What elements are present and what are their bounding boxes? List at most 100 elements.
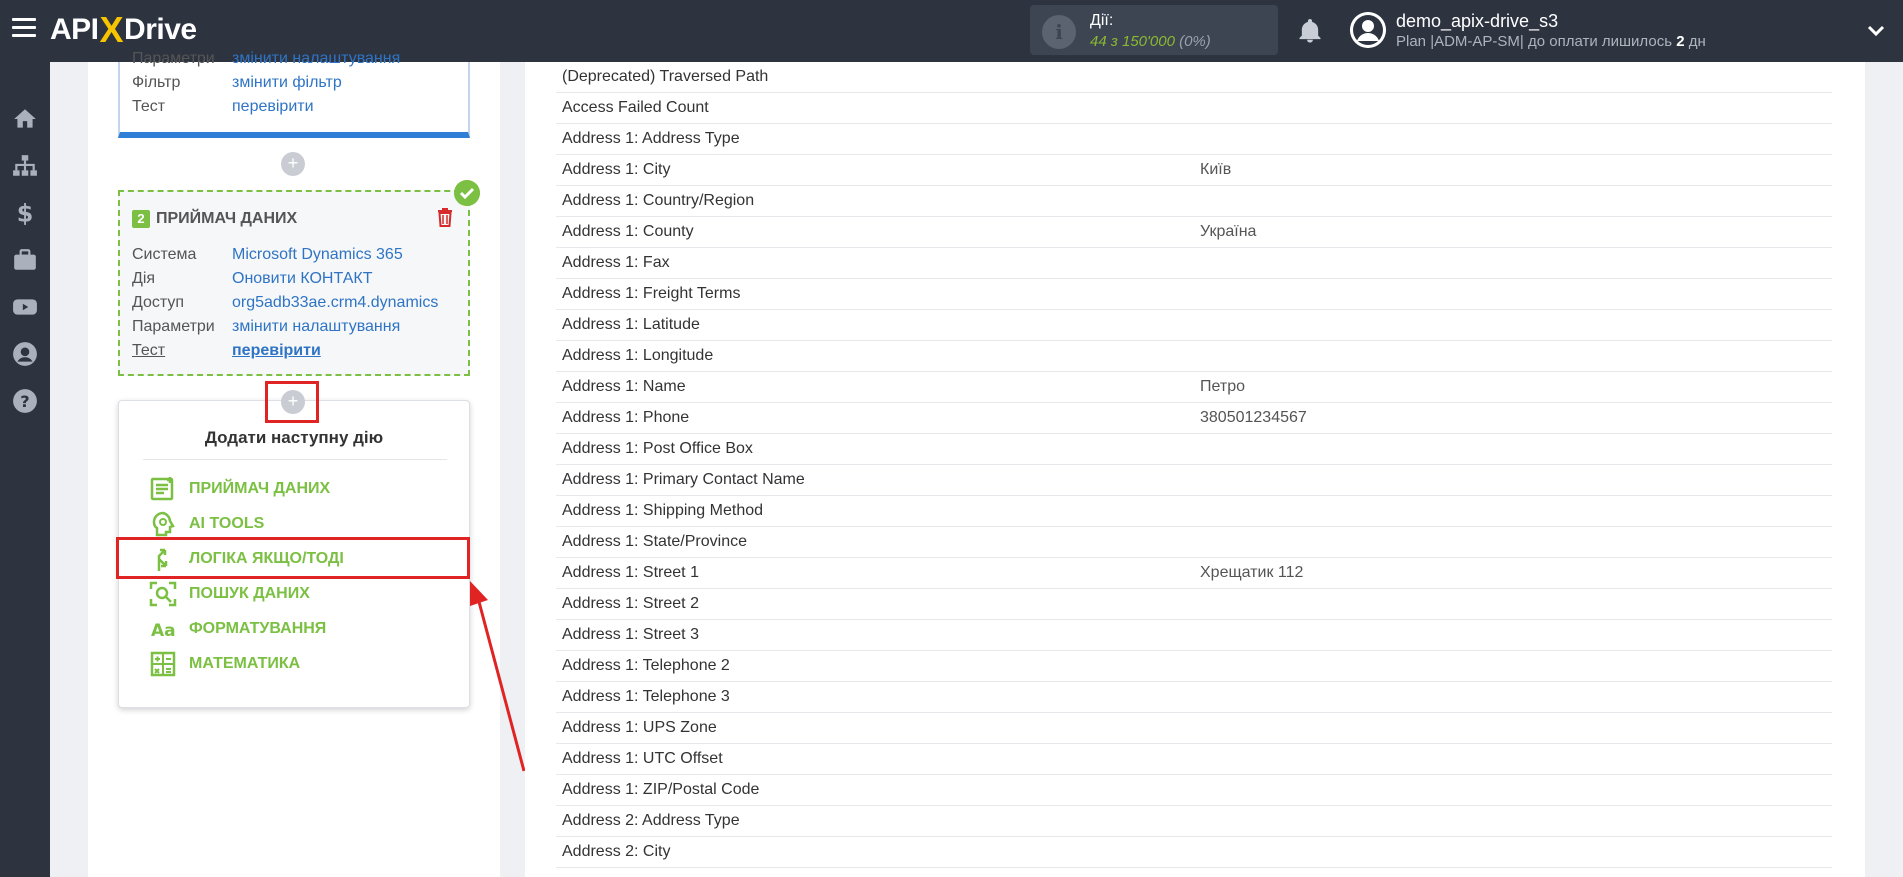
row-key: Параметри	[132, 318, 215, 335]
actions-label: Дії:	[1090, 12, 1114, 29]
table-row: Address 1: Primary Contact Name	[556, 465, 1832, 496]
user-profile-icon[interactable]	[12, 341, 38, 367]
bell-icon[interactable]	[1296, 16, 1324, 46]
field-name: Address 2: City	[562, 843, 671, 860]
row-key: Параметри	[132, 50, 215, 67]
briefcase-icon[interactable]	[12, 247, 38, 273]
change-filter-link[interactable]: змінити фільтр	[232, 74, 342, 91]
menu-item-formatting[interactable]: Aa ФОРМАТУВАННЯ	[149, 616, 326, 642]
row-key: Тест	[132, 342, 166, 359]
table-row: Address 1: County Україна	[556, 217, 1832, 248]
logo-text-left: API	[50, 13, 99, 46]
menu-item-data-search[interactable]: ПОШУК ДАНИХ	[149, 581, 310, 607]
table-row: Address 1: Latitude	[556, 310, 1832, 341]
svg-text:Aa: Aa	[151, 621, 176, 641]
row-key: Фільтр	[132, 74, 181, 91]
field-name: Address 1: UPS Zone	[562, 719, 717, 736]
row-key: Система	[132, 246, 197, 263]
field-name: Address 1: Phone	[562, 409, 690, 426]
menu-item-label: AI TOOLS	[189, 515, 265, 532]
field-value: Петро	[1200, 378, 1245, 395]
table-row: Address 1: Name Петро	[556, 372, 1832, 403]
actions-value: 44 з 150'000 (0%)	[1090, 33, 1211, 50]
system-link[interactable]: Microsoft Dynamics 365	[232, 246, 403, 263]
field-name: Address 1: Latitude	[562, 316, 700, 333]
avatar[interactable]	[1350, 12, 1386, 48]
field-name: Address 1: Address Type	[562, 130, 740, 147]
apix-drive-logo[interactable]: API X Drive	[50, 9, 197, 50]
field-name: Access Failed Count	[562, 99, 709, 116]
field-name: Address 1: Primary Contact Name	[562, 471, 805, 488]
menu-item-ai-tools[interactable]: AI TOOLS	[149, 511, 264, 537]
card1-row-test: Тест перевірити	[132, 98, 314, 116]
plan-days-unit: дн	[1684, 33, 1706, 50]
youtube-icon[interactable]	[12, 294, 38, 320]
receiver-title-text: ПРИЙМАЧ ДАНИХ	[156, 210, 298, 227]
field-name: Address 1: County	[562, 223, 694, 240]
table-row: Address 1: UPS Zone	[556, 713, 1832, 744]
side-rail: $ ?	[0, 62, 50, 877]
field-name: Address 1: Longitude	[562, 347, 714, 364]
test-link[interactable]: перевірити	[232, 342, 321, 359]
field-name: Address 1: Shipping Method	[562, 502, 764, 519]
highlight-box-logic	[116, 537, 470, 579]
table-row: Address 1: Phone 380501234567	[556, 403, 1832, 434]
field-value: Україна	[1200, 223, 1257, 240]
dollar-icon[interactable]: $	[12, 200, 38, 226]
svg-text:$: $	[17, 200, 34, 226]
menu-item-label: МАТЕМАТИКА	[189, 655, 301, 672]
field-name: Address 1: State/Province	[562, 533, 747, 550]
field-name: (Deprecated) Traversed Path	[562, 68, 769, 85]
card2-row-access: Доступ org5adb33ae.crm4.dynamics	[132, 294, 438, 312]
home-icon[interactable]	[12, 106, 38, 132]
receiver-card: 2 ПРИЙМАЧ ДАНИХ Система Microsoft Dynamic…	[118, 190, 470, 376]
field-name: Address 1: Freight Terms	[562, 285, 741, 302]
table-row: Address 1: Address Type	[556, 124, 1832, 155]
table-row: Address 1: Telephone 3	[556, 682, 1832, 713]
field-name: Address 1: Fax	[562, 254, 670, 271]
field-name: Address 1: ZIP/Postal Code	[562, 781, 760, 798]
trash-icon[interactable]	[436, 207, 454, 227]
help-icon[interactable]: ?	[12, 388, 38, 414]
logo-text-x: X	[99, 9, 124, 50]
field-name: Address 1: Street 3	[562, 626, 699, 643]
menu-item-label: ПРИЙМАЧ ДАНИХ	[189, 480, 331, 497]
access-link[interactable]: org5adb33ae.crm4.dynamics	[232, 294, 438, 311]
source-card: Параметри змінити налаштування Фільтр змін…	[118, 50, 470, 138]
menu-item-math[interactable]: МАТЕМАТИКА	[149, 651, 300, 677]
step-number-badge: 2	[132, 210, 150, 228]
actions-count: 44 з 150'000	[1090, 33, 1175, 50]
card2-row-system: Система Microsoft Dynamics 365	[132, 246, 403, 264]
table-row: Address 1: Fax	[556, 248, 1832, 279]
field-name: Address 1: Street 1	[562, 564, 699, 581]
add-step-button[interactable]: +	[281, 152, 305, 176]
hamburger-menu-icon[interactable]	[12, 18, 36, 42]
change-settings-link[interactable]: змінити налаштування	[232, 50, 400, 67]
chevron-down-icon[interactable]	[1866, 20, 1886, 40]
user-plan: Plan |ADM-AP-SM| до оплати лишилось 2 дн	[1396, 33, 1706, 50]
table-row: Address 1: UTC Offset	[556, 744, 1832, 775]
field-value: 380501234567	[1200, 409, 1307, 426]
field-name: Address 1: UTC Offset	[562, 750, 723, 767]
row-key: Дія	[132, 270, 156, 287]
menu-item-data-receiver[interactable]: ПРИЙМАЧ ДАНИХ	[149, 476, 330, 502]
check-icon	[454, 180, 480, 206]
field-name: Address 1: Telephone 2	[562, 657, 730, 674]
table-row: Address 2: Address Type	[556, 806, 1832, 837]
test-link[interactable]: перевірити	[232, 98, 314, 115]
change-settings-link[interactable]: змінити налаштування	[232, 318, 400, 335]
logo-text-right: Drive	[124, 13, 197, 46]
actions-counter[interactable]: i Дії: 44 з 150'000 (0%)	[1030, 5, 1278, 55]
field-name: Address 1: Street 2	[562, 595, 699, 612]
table-row: Address 1: Street 3	[556, 620, 1832, 651]
field-name: Address 2: Address Type	[562, 812, 740, 829]
field-value: Хрещатик 112	[1200, 564, 1304, 581]
field-name: Address 1: Name	[562, 378, 686, 395]
action-link[interactable]: Оновити КОНТАКТ	[232, 270, 372, 287]
table-row: Address 1: Street 2	[556, 589, 1832, 620]
sitemap-icon[interactable]	[12, 153, 38, 179]
user-name[interactable]: demo_apix-drive_s3	[1396, 11, 1558, 32]
add-next-action-title: Додати наступну дію	[204, 428, 384, 447]
card2-row-action: Дія Оновити КОНТАКТ	[132, 270, 372, 288]
data-receiver-icon	[150, 477, 174, 501]
